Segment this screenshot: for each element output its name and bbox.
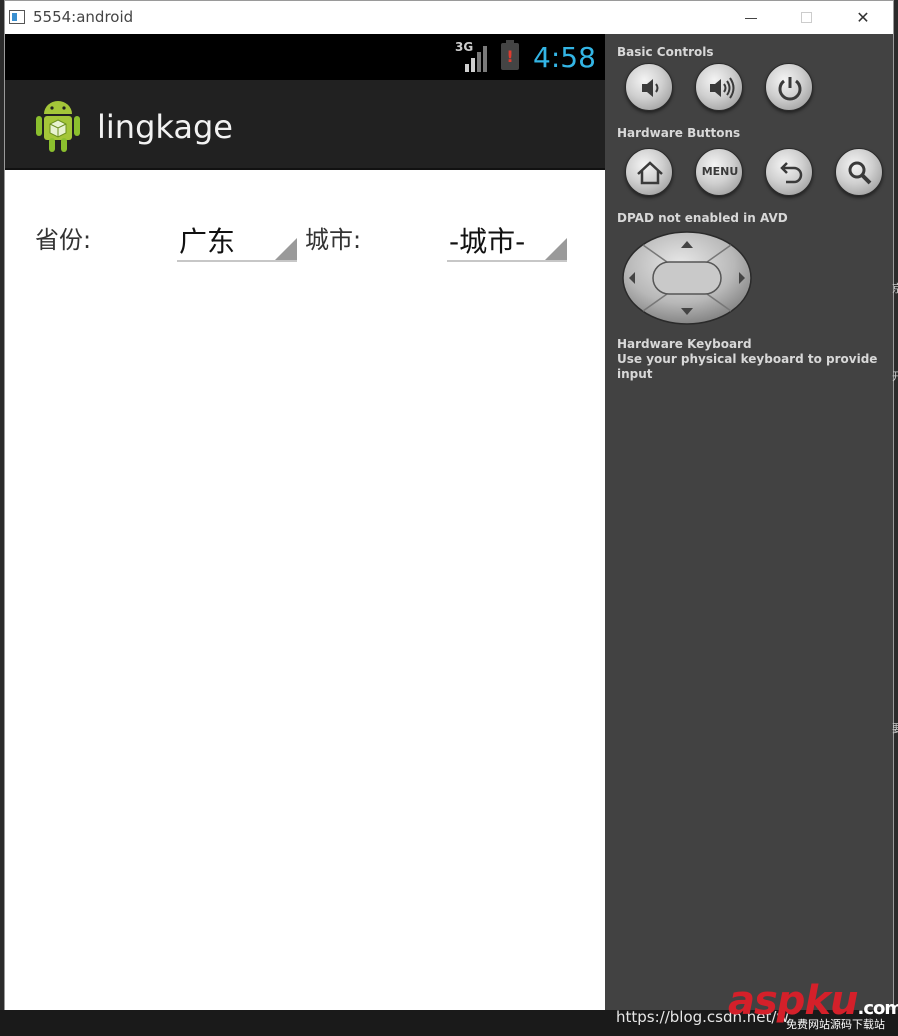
emulator-app-icon xyxy=(9,10,25,24)
app-title: lingkage xyxy=(97,108,233,146)
volume-up-button[interactable] xyxy=(695,63,743,111)
search-button[interactable] xyxy=(835,148,883,196)
back-button[interactable] xyxy=(765,148,813,196)
city-label: 城市: xyxy=(305,226,362,254)
minimize-icon xyxy=(745,18,757,19)
home-button[interactable] xyxy=(625,148,673,196)
city-spinner-value: -城市- xyxy=(449,225,526,258)
background-text: 京 xyxy=(892,282,898,295)
basic-controls-heading: Basic Controls xyxy=(617,45,714,59)
window-title: 5554:android xyxy=(33,8,134,26)
watermark-subtitle: 免费网站源码下载站 xyxy=(786,1018,885,1031)
status-clock: 4:58 xyxy=(533,41,596,74)
title-bar[interactable]: 5554:android ✕ xyxy=(5,1,893,34)
province-spinner-value: 广东 xyxy=(179,225,236,258)
battery-alert: ! xyxy=(506,47,514,66)
volume-down-icon xyxy=(642,79,659,97)
keyboard-description: Use your physical keyboard to provide in… xyxy=(617,352,878,381)
menu-button[interactable]: MENU xyxy=(695,148,743,196)
emulator-controls-panel: Basic Controls Hardware Buttons MENU DPA… xyxy=(605,34,893,1011)
background-text: 要 xyxy=(892,722,898,735)
close-button[interactable]: ✕ xyxy=(843,5,883,31)
power-button[interactable] xyxy=(765,63,813,111)
back-icon xyxy=(780,162,803,184)
spinner-dropdown-icon xyxy=(545,238,567,260)
dpad-control[interactable] xyxy=(621,230,753,326)
minimize-button[interactable] xyxy=(731,5,771,31)
province-spinner[interactable]: 广东 xyxy=(177,210,297,262)
home-icon xyxy=(637,161,663,185)
status-bar: 3G ! 4:58 xyxy=(5,34,605,80)
content-area xyxy=(5,172,605,1011)
maximize-icon xyxy=(801,12,812,23)
signal-icon xyxy=(465,46,487,72)
hardware-buttons-heading: Hardware Buttons xyxy=(617,126,741,140)
background-text: 开 xyxy=(892,370,898,383)
dpad-note: DPAD not enabled in AVD xyxy=(617,211,788,225)
maximize-button[interactable] xyxy=(787,5,827,31)
menu-button-label: MENU xyxy=(701,165,739,178)
keyboard-note: Hardware Keyboard Use your physical keyb… xyxy=(617,337,893,382)
emulator-window: 5554:android ✕ 3G ! 4:58 lingkage 省份: 广东… xyxy=(4,0,894,1011)
spinner-dropdown-icon xyxy=(275,238,297,260)
volume-down-button[interactable] xyxy=(625,63,673,111)
search-icon xyxy=(848,161,872,185)
action-bar: lingkage xyxy=(5,80,605,170)
keyboard-title: Hardware Keyboard xyxy=(617,337,752,351)
volume-up-icon xyxy=(710,77,735,99)
phone-screen: 3G ! 4:58 lingkage 省份: 广东 城市: -城市- xyxy=(5,34,605,1011)
battery-icon: ! xyxy=(501,40,519,70)
city-spinner[interactable]: -城市- xyxy=(447,210,567,262)
power-icon xyxy=(778,77,802,101)
province-label: 省份: xyxy=(35,226,92,254)
android-icon[interactable] xyxy=(33,98,83,154)
